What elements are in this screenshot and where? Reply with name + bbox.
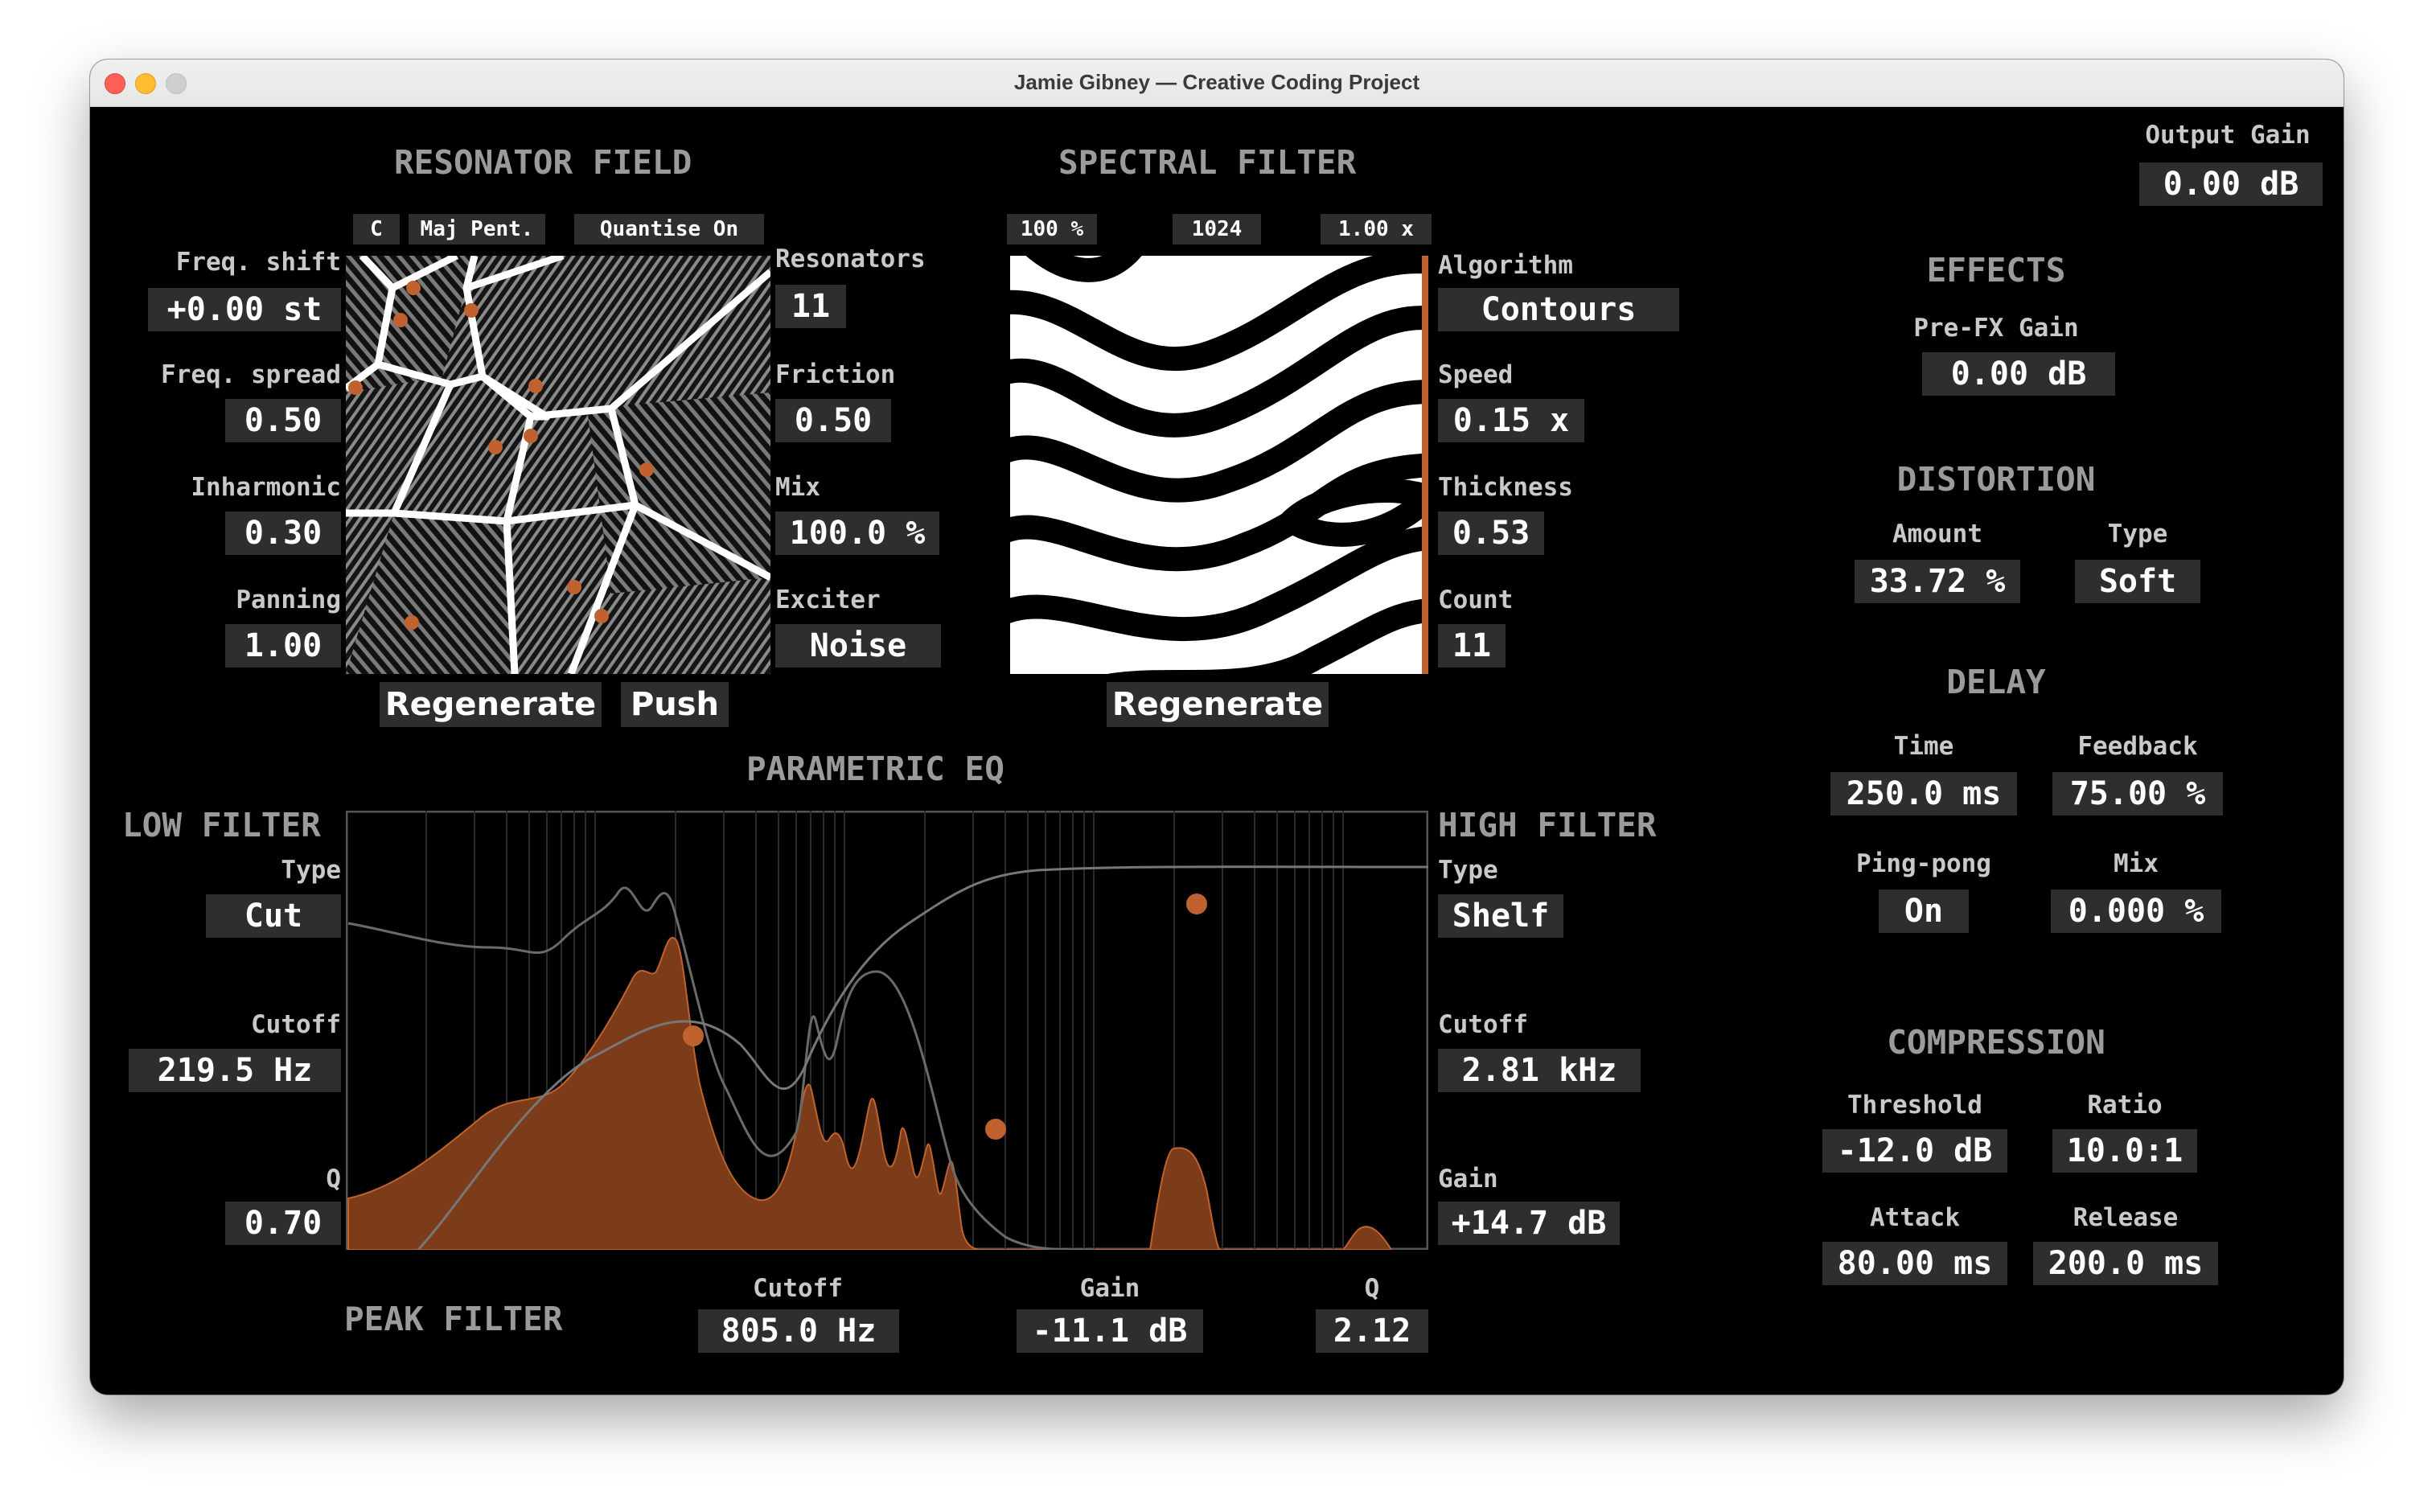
- peak-q-value[interactable]: 2.12: [1316, 1309, 1428, 1353]
- freq-shift-value[interactable]: +0.00 st: [148, 288, 341, 331]
- delay-mix-value[interactable]: 0.000 %: [2051, 890, 2221, 933]
- ping-pong-label: Ping-pong: [1856, 849, 1991, 878]
- algorithm-value[interactable]: Contours: [1438, 288, 1679, 331]
- inharmonic-label: Inharmonic: [191, 473, 341, 502]
- distortion-amount-value[interactable]: 33.72 %: [1855, 560, 2020, 603]
- delay-mix-label: Mix: [2114, 849, 2159, 878]
- effects-title: EFFECTS: [1926, 251, 2066, 290]
- high-cutoff-value[interactable]: 2.81 kHz: [1438, 1049, 1641, 1092]
- push-button[interactable]: Push: [621, 682, 729, 727]
- speed-label: Speed: [1438, 360, 1514, 389]
- freq-spread-value[interactable]: 0.50: [225, 399, 341, 442]
- peak-q-label: Q: [1364, 1274, 1380, 1303]
- spectral-filter-title: SPECTRAL FILTER: [1058, 143, 1357, 182]
- distortion-type-value[interactable]: Soft: [2075, 560, 2200, 603]
- scale-chip[interactable]: Maj Pent.: [409, 214, 545, 244]
- thickness-label: Thickness: [1438, 473, 1573, 502]
- peak-gain-value[interactable]: -11.1 dB: [1017, 1309, 1203, 1353]
- low-type-label: Type: [281, 856, 341, 885]
- threshold-label: Threshold: [1847, 1091, 1982, 1120]
- pre-fx-gain-value[interactable]: 0.00 dB: [1922, 352, 2115, 396]
- spectral-filter-canvas[interactable]: [1010, 256, 1428, 674]
- high-gain-label: Gain: [1438, 1165, 1498, 1194]
- pre-fx-gain-label: Pre-FX Gain: [1913, 314, 2079, 343]
- resonators-label: Resonators: [775, 244, 926, 273]
- delay-feedback-value[interactable]: 75.00 %: [2052, 772, 2223, 816]
- peak-cutoff-label: Cutoff: [753, 1274, 843, 1303]
- resonator-field-canvas[interactable]: [346, 256, 770, 674]
- spectral-regenerate-button[interactable]: Regenerate: [1107, 682, 1329, 727]
- count-value[interactable]: 11: [1438, 624, 1506, 668]
- freq-shift-label: Freq. shift: [175, 248, 341, 277]
- root-note-chip[interactable]: C: [353, 214, 400, 244]
- eq-graph[interactable]: [346, 811, 1428, 1250]
- low-q-label: Q: [326, 1165, 341, 1194]
- output-gain-value[interactable]: 0.00 dB: [2139, 162, 2323, 206]
- spectral-multiplier-chip[interactable]: 1.00 x: [1321, 214, 1432, 244]
- resonator-regenerate-button[interactable]: Regenerate: [380, 682, 602, 727]
- count-label: Count: [1438, 585, 1514, 614]
- low-q-value[interactable]: 0.70: [225, 1202, 341, 1245]
- freq-spread-label: Freq. spread: [161, 360, 341, 389]
- speed-value[interactable]: 0.15 x: [1438, 399, 1584, 442]
- delay-title: DELAY: [1946, 663, 2046, 701]
- algorithm-label: Algorithm: [1438, 251, 1573, 280]
- attack-value[interactable]: 80.00 ms: [1822, 1242, 2007, 1285]
- thickness-value[interactable]: 0.53: [1438, 512, 1544, 555]
- high-filter-title: HIGH FILTER: [1438, 806, 1657, 844]
- spectral-size-chip[interactable]: 1024: [1173, 214, 1261, 244]
- ping-pong-value[interactable]: On: [1879, 890, 1969, 933]
- quantise-chip[interactable]: Quantise On: [574, 214, 764, 244]
- peak-filter-title: PEAK FILTER: [344, 1300, 563, 1338]
- peak-cutoff-value[interactable]: 805.0 Hz: [698, 1309, 899, 1353]
- high-type-value[interactable]: Shelf: [1438, 894, 1563, 938]
- resonator-mix-value[interactable]: 100.0 %: [775, 512, 939, 555]
- exciter-label: Exciter: [775, 585, 881, 614]
- distortion-title: DISTORTION: [1896, 460, 2096, 499]
- compression-title: COMPRESSION: [1887, 1023, 2105, 1062]
- exciter-value[interactable]: Noise: [775, 624, 941, 668]
- distortion-type-label: Type: [2107, 520, 2168, 549]
- high-cutoff-label: Cutoff: [1438, 1010, 1528, 1039]
- delay-feedback-label: Feedback: [2077, 732, 2198, 761]
- low-cutoff-value[interactable]: 219.5 Hz: [129, 1049, 341, 1092]
- window-title: Jamie Gibney — Creative Coding Project: [1013, 70, 1420, 94]
- friction-label: Friction: [775, 360, 896, 389]
- delay-time-value[interactable]: 250.0 ms: [1830, 772, 2017, 816]
- output-gain-label: Output Gain: [2145, 121, 2311, 150]
- low-filter-title: LOW FILTER: [122, 806, 321, 844]
- spectral-percent-chip[interactable]: 100 %: [1007, 214, 1097, 244]
- resonator-field-title: RESONATOR FIELD: [394, 143, 692, 182]
- peak-gain-label: Gain: [1079, 1274, 1140, 1303]
- low-cutoff-label: Cutoff: [251, 1010, 341, 1039]
- parametric-eq-title: PARAMETRIC EQ: [746, 750, 1004, 788]
- app-content: RESONATOR FIELD C Maj Pent. Quantise On …: [90, 106, 2344, 1395]
- high-type-label: Type: [1438, 856, 1498, 885]
- attack-label: Attack: [1870, 1203, 1960, 1232]
- high-gain-value[interactable]: +14.7 dB: [1438, 1202, 1620, 1245]
- title-bar: Jamie Gibney — Creative Coding Project: [90, 60, 2344, 107]
- ratio-value[interactable]: 10.0:1: [2052, 1129, 2197, 1173]
- resonators-value[interactable]: 11: [775, 285, 846, 328]
- distortion-amount-label: Amount: [1892, 520, 1982, 549]
- low-type-value[interactable]: Cut: [206, 894, 341, 938]
- resonator-mix-label: Mix: [775, 473, 820, 502]
- friction-value[interactable]: 0.50: [775, 399, 891, 442]
- inharmonic-value[interactable]: 0.30: [225, 512, 341, 555]
- panning-value[interactable]: 1.00: [225, 624, 341, 668]
- panning-label: Panning: [236, 585, 341, 614]
- app-window: Jamie Gibney — Creative Coding Project R…: [90, 60, 2344, 1395]
- delay-time-label: Time: [1893, 732, 1954, 761]
- release-label: Release: [2073, 1203, 2179, 1232]
- release-value[interactable]: 200.0 ms: [2033, 1242, 2218, 1285]
- ratio-label: Ratio: [2087, 1091, 2163, 1120]
- threshold-value[interactable]: -12.0 dB: [1822, 1129, 2007, 1173]
